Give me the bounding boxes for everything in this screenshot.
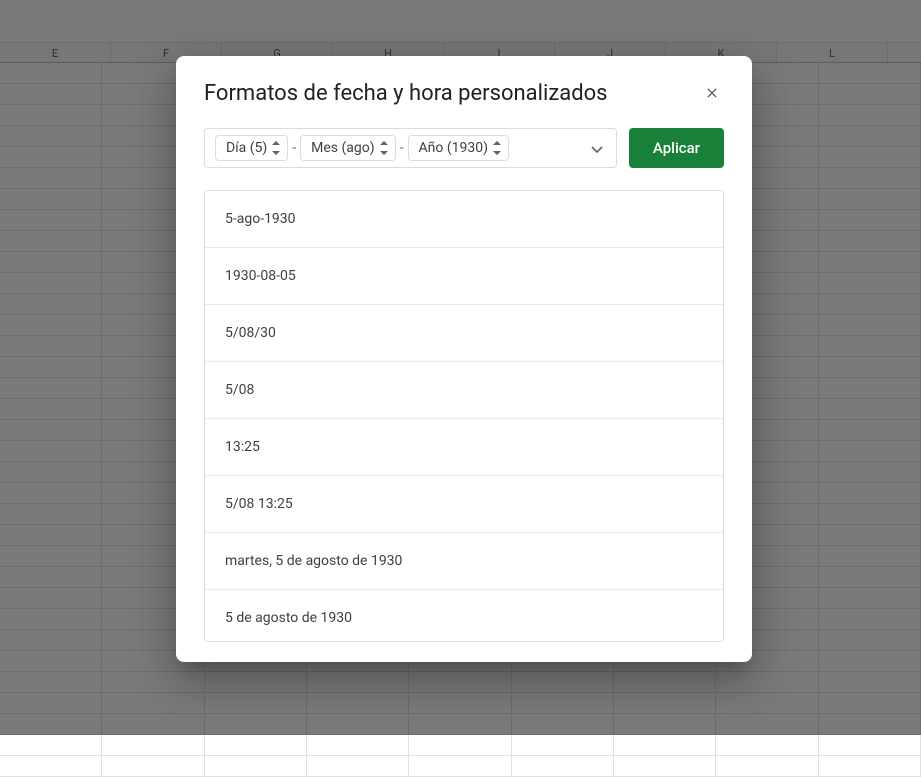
format-option[interactable]: martes, 5 de agosto de 1930 xyxy=(205,533,723,590)
updown-icon xyxy=(492,140,502,156)
token-day-label: Día (5) xyxy=(226,140,267,156)
format-option[interactable]: 5 de agosto de 1930 xyxy=(205,590,723,641)
format-option[interactable]: 5/08 13:25 xyxy=(205,476,723,533)
format-option[interactable]: 5/08/30 xyxy=(205,305,723,362)
add-token-dropdown[interactable] xyxy=(586,137,608,159)
token-year[interactable]: Año (1930) xyxy=(408,135,509,161)
format-option[interactable]: 5/08 xyxy=(205,362,723,419)
format-option[interactable]: 13:25 xyxy=(205,419,723,476)
format-builder-row: Día (5) - Mes (ago) - Año (1930) Aplicar xyxy=(204,128,724,168)
token-year-label: Año (1930) xyxy=(419,140,488,156)
separator: - xyxy=(292,140,296,156)
updown-icon xyxy=(271,140,281,156)
token-month[interactable]: Mes (ago) xyxy=(300,135,395,161)
format-input[interactable]: Día (5) - Mes (ago) - Año (1930) xyxy=(204,128,617,168)
close-button[interactable] xyxy=(700,82,724,106)
token-month-label: Mes (ago) xyxy=(311,140,374,156)
format-list[interactable]: 5-ago-19301930-08-055/08/305/0813:255/08… xyxy=(205,191,723,641)
chevron-down-icon xyxy=(591,139,603,158)
token-day[interactable]: Día (5) xyxy=(215,135,288,161)
separator: - xyxy=(400,140,404,156)
format-option[interactable]: 5-ago-1930 xyxy=(205,191,723,248)
format-list-container: 5-ago-19301930-08-055/08/305/0813:255/08… xyxy=(204,190,724,642)
format-option[interactable]: 1930-08-05 xyxy=(205,248,723,305)
apply-button[interactable]: Aplicar xyxy=(629,128,724,168)
close-icon xyxy=(704,85,720,104)
dialog-header: Formatos de fecha y hora personalizados xyxy=(204,80,724,108)
custom-datetime-formats-dialog: Formatos de fecha y hora personalizados … xyxy=(176,56,752,662)
dialog-title: Formatos de fecha y hora personalizados xyxy=(204,80,608,108)
updown-icon xyxy=(379,140,389,156)
